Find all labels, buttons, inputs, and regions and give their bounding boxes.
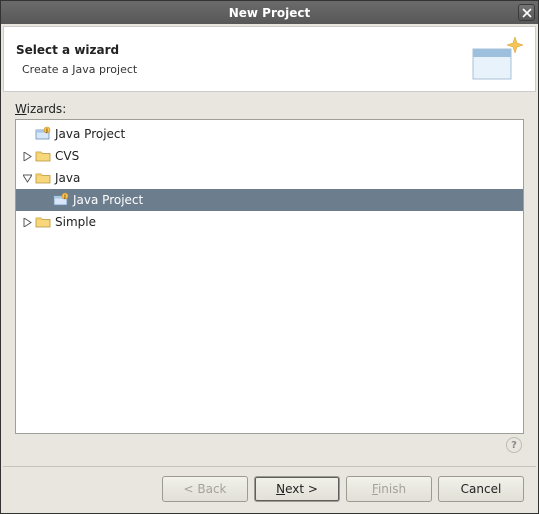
tree-row[interactable]: CVS	[16, 145, 523, 167]
wizard-body: Wizards: J Java Project CVS Java J Java Proje…	[3, 92, 536, 462]
tree-item-label: CVS	[55, 149, 79, 163]
expander-open-icon[interactable]	[20, 171, 34, 185]
wizard-title: Select a wizard	[16, 43, 467, 57]
tree-row[interactable]: Java	[16, 167, 523, 189]
tree-row[interactable]: Simple	[16, 211, 523, 233]
wizard-banner-icon	[467, 35, 523, 83]
window-title: New Project	[229, 6, 311, 20]
finish-button: Finish	[346, 476, 432, 502]
java-project-icon: J	[53, 192, 69, 208]
dialog-content: Select a wizard Create a Java project Wi…	[1, 24, 538, 513]
cancel-button[interactable]: Cancel	[438, 476, 524, 502]
folder-icon	[35, 170, 51, 186]
next-button[interactable]: Next >	[254, 476, 340, 502]
wizard-description: Create a Java project	[16, 63, 467, 76]
help-icon[interactable]: ?	[506, 437, 522, 453]
expander-none	[38, 193, 52, 207]
expander-closed-icon[interactable]	[20, 215, 34, 229]
close-icon	[522, 8, 532, 18]
close-button[interactable]	[518, 4, 535, 21]
tree-item-label: Java	[55, 171, 80, 185]
folder-icon	[35, 214, 51, 230]
wizards-label: Wizards:	[15, 102, 524, 116]
svg-text:J: J	[63, 194, 66, 200]
tree-item-label: Java Project	[73, 193, 143, 207]
expander-closed-icon[interactable]	[20, 149, 34, 163]
wizards-tree[interactable]: J Java Project CVS Java J Java Project Simple	[15, 119, 524, 434]
expander-none	[20, 127, 34, 141]
svg-text:J: J	[45, 128, 48, 134]
tree-row[interactable]: J Java Project	[16, 123, 523, 145]
java-project-icon: J	[35, 126, 51, 142]
wizard-header: Select a wizard Create a Java project	[3, 26, 536, 92]
button-bar: < Back Next > Finish Cancel	[3, 467, 536, 511]
titlebar[interactable]: New Project	[1, 1, 538, 24]
tree-item-label: Simple	[55, 215, 96, 229]
tree-item-label: Java Project	[55, 127, 125, 141]
dialog-window: New Project Select a wizard Create a Jav…	[0, 0, 539, 514]
folder-icon	[35, 148, 51, 164]
back-button: < Back	[162, 476, 248, 502]
tree-row[interactable]: J Java Project	[16, 189, 523, 211]
